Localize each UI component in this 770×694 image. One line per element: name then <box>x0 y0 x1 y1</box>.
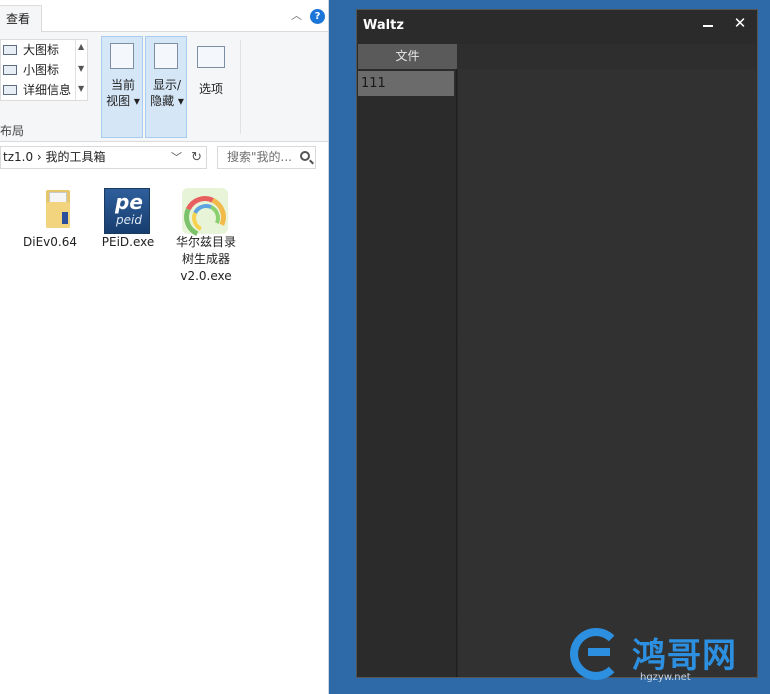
options-button[interactable]: 选项 <box>190 36 232 138</box>
expand-icon[interactable]: ▼ <box>78 84 84 93</box>
button-label: 选项 <box>198 82 223 96</box>
waltz-window: Waltz ✕ 文件 111 <box>356 9 758 678</box>
watermark-logo-bar <box>588 648 610 656</box>
layout-item-label: 详细信息 <box>23 83 72 97</box>
address-text: tz1.0 › 我的工具箱 <box>3 150 106 164</box>
layout-small-icons[interactable]: 小图标 <box>1 60 75 80</box>
watermark-text: 鸿哥网 <box>632 636 737 676</box>
file-menu[interactable]: 文件 <box>358 44 457 69</box>
refresh-icon[interactable]: ↻ <box>191 147 202 168</box>
left-pane: 111 <box>358 69 457 677</box>
file-name-line: 华尔兹目录 <box>175 235 236 249</box>
menu-strip <box>457 44 757 69</box>
file-name-line: DiEv0.64 <box>23 235 77 249</box>
file-name: DiEv0.64 <box>12 234 88 251</box>
address-row: tz1.0 › 我的工具箱 ﹀ ↻ 搜索"我的... <box>0 146 328 170</box>
file-name-line: 树生成器 <box>181 252 230 266</box>
window-title: Waltz <box>363 18 404 33</box>
small-icons-icon <box>3 65 17 75</box>
ribbon-separator <box>240 40 241 134</box>
file-item-peid[interactable]: pe peid PEiD.exe <box>90 180 166 290</box>
ribbon: 大图标 小图标 详细信息 ▲ ▼ ▼ 布局 当前 视图 ▾ 显示/ 隐藏 ▾ 选… <box>0 32 328 142</box>
file-name: 华尔兹目录 树生成器 v2.0.exe <box>168 234 244 285</box>
button-label-line2: 隐藏 ▾ <box>150 94 184 108</box>
layout-item-label: 大图标 <box>23 43 60 57</box>
chevron-up-icon[interactable]: ︿ <box>291 10 303 22</box>
chevron-down-icon[interactable]: ﹀ <box>171 147 182 168</box>
details-icon <box>3 85 17 95</box>
options-icon <box>197 46 225 68</box>
file-item-waltz-exe[interactable]: 华尔兹目录 树生成器 v2.0.exe <box>168 180 244 290</box>
scroll-up-icon[interactable]: ▲ <box>78 42 84 51</box>
rainbow-app-icon <box>178 184 232 244</box>
large-icons-icon <box>3 45 17 55</box>
button-label: 当前 <box>110 78 135 92</box>
title-bar[interactable]: Waltz ✕ <box>357 10 757 43</box>
button-label-text: 视图 <box>106 94 131 108</box>
show-hide-button[interactable]: 显示/ 隐藏 ▾ <box>145 36 187 138</box>
explorer-window: 查看 ︿ ? 大图标 小图标 详细信息 ▲ ▼ ▼ 布局 当前 视图 ▾ 显示/… <box>0 0 329 694</box>
file-name: PEiD.exe <box>90 234 166 251</box>
layout-scrollbar[interactable]: ▲ ▼ ▼ <box>75 40 87 100</box>
search-placeholder: 搜索"我的... <box>227 150 292 164</box>
watermark-sub: hgzyw.net <box>640 672 691 683</box>
layout-large-icons[interactable]: 大图标 <box>1 40 75 60</box>
peid-icon-sub: peid <box>116 213 142 227</box>
button-label-text: 隐藏 <box>150 94 175 108</box>
ribbon-tab-bar: 查看 ︿ ? <box>0 0 328 33</box>
file-name-line: PEiD.exe <box>101 235 155 249</box>
watermark: 鸿哥网 hgzyw.net <box>566 622 766 692</box>
close-button[interactable]: ✕ <box>725 10 755 36</box>
file-name-line: v2.0.exe <box>180 269 232 283</box>
close-icon: ✕ <box>733 14 747 32</box>
layout-group-label: 布局 <box>0 124 25 138</box>
minimize-button[interactable] <box>693 10 723 36</box>
layout-details[interactable]: 详细信息 <box>1 80 75 100</box>
scroll-down-icon[interactable]: ▼ <box>78 64 84 73</box>
search-icon[interactable] <box>300 151 310 161</box>
layout-list: 大图标 小图标 详细信息 ▲ ▼ ▼ <box>0 39 88 101</box>
show-hide-icon <box>154 43 178 69</box>
peid-icon-text: pe <box>115 190 143 214</box>
current-view-button[interactable]: 当前 视图 ▾ <box>101 36 143 138</box>
tab-view[interactable]: 查看 <box>0 5 42 33</box>
list-item[interactable]: 111 <box>358 71 454 96</box>
search-input[interactable]: 搜索"我的... <box>217 146 316 169</box>
layout-item-label: 小图标 <box>23 63 60 77</box>
content-pane <box>458 69 757 677</box>
button-label: 显示/ <box>152 78 182 92</box>
minimize-icon <box>703 25 713 27</box>
folder-icon <box>26 184 74 232</box>
file-item-diev[interactable]: DiEv0.64 <box>12 180 88 290</box>
address-bar[interactable]: tz1.0 › 我的工具箱 ﹀ ↻ <box>0 146 207 169</box>
help-icon[interactable]: ? <box>310 9 325 24</box>
button-label-line2: 视图 ▾ <box>106 94 140 108</box>
peid-app-icon: pe peid <box>102 184 150 234</box>
current-view-icon <box>110 43 134 69</box>
